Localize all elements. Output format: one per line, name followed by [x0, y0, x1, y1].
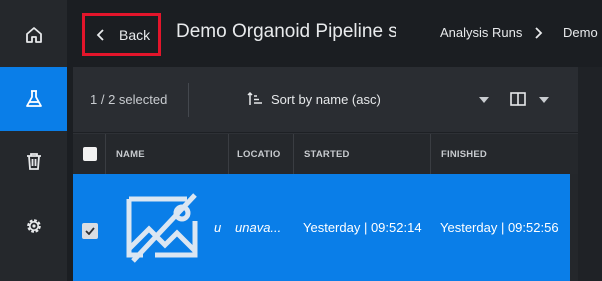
sort-dropdown[interactable]: Sort by name (asc) — [247, 91, 381, 107]
row-thumbnail — [116, 174, 208, 281]
row-name: u — [214, 220, 222, 235]
flask-icon — [25, 90, 42, 107]
row-started: Yesterday | 09:52:14 — [303, 220, 422, 235]
caret-down-icon[interactable] — [539, 97, 549, 103]
back-button-label: Back — [119, 26, 151, 43]
sort-label: Sort by name (asc) — [271, 91, 381, 107]
nav-settings-button[interactable] — [0, 194, 67, 258]
selection-count: 1 / 2 selected — [90, 92, 168, 107]
runs-panel: 1 / 2 selected Sort by name (asc) NAME L… — [73, 67, 578, 281]
table-row[interactable]: u unava... Yesterday | 09:52:14 Yesterda… — [73, 174, 570, 281]
column-location[interactable]: LOCATIO — [229, 134, 294, 174]
home-icon — [25, 27, 42, 43]
trash-icon — [26, 153, 41, 170]
chevron-left-icon — [96, 28, 104, 41]
left-nav-rail — [0, 0, 67, 281]
column-started[interactable]: STARTED — [294, 134, 431, 174]
row-finished: Yesterday | 09:52:56 — [440, 220, 559, 235]
column-finished[interactable]: FINISHED — [431, 134, 570, 174]
nav-home-button[interactable] — [0, 3, 67, 67]
page-header: Back Demo Organoid Pipeline si... Analys… — [73, 0, 602, 67]
columns-view-icon[interactable] — [510, 92, 526, 106]
panel-toolbar: 1 / 2 selected Sort by name (asc) — [73, 67, 578, 133]
checkmark-icon — [85, 227, 95, 235]
table-header: NAME LOCATIO STARTED FINISHED — [73, 134, 578, 174]
column-name[interactable]: NAME — [106, 134, 229, 174]
row-checkbox[interactable] — [82, 223, 98, 239]
back-button[interactable]: Back — [82, 13, 161, 56]
nav-analysis-button[interactable] — [0, 67, 67, 131]
gear-icon — [26, 219, 41, 233]
scrollbar[interactable] — [570, 174, 578, 281]
side-panel-edge — [578, 67, 602, 281]
select-all-checkbox[interactable] — [83, 147, 97, 161]
chevron-right-icon — [535, 27, 543, 39]
caret-down-icon[interactable] — [479, 97, 489, 103]
toolbar-divider — [188, 83, 189, 117]
breadcrumb-demo[interactable]: Demo — [563, 25, 598, 40]
image-unavailable-icon — [126, 192, 198, 263]
nav-trash-button[interactable] — [0, 129, 67, 193]
select-all-header — [73, 134, 106, 174]
page-title: Demo Organoid Pipeline si... — [176, 21, 396, 42]
breadcrumb-analysis-runs[interactable]: Analysis Runs — [440, 25, 522, 40]
sort-ascending-icon — [247, 91, 262, 105]
row-location: unava... — [235, 220, 282, 235]
